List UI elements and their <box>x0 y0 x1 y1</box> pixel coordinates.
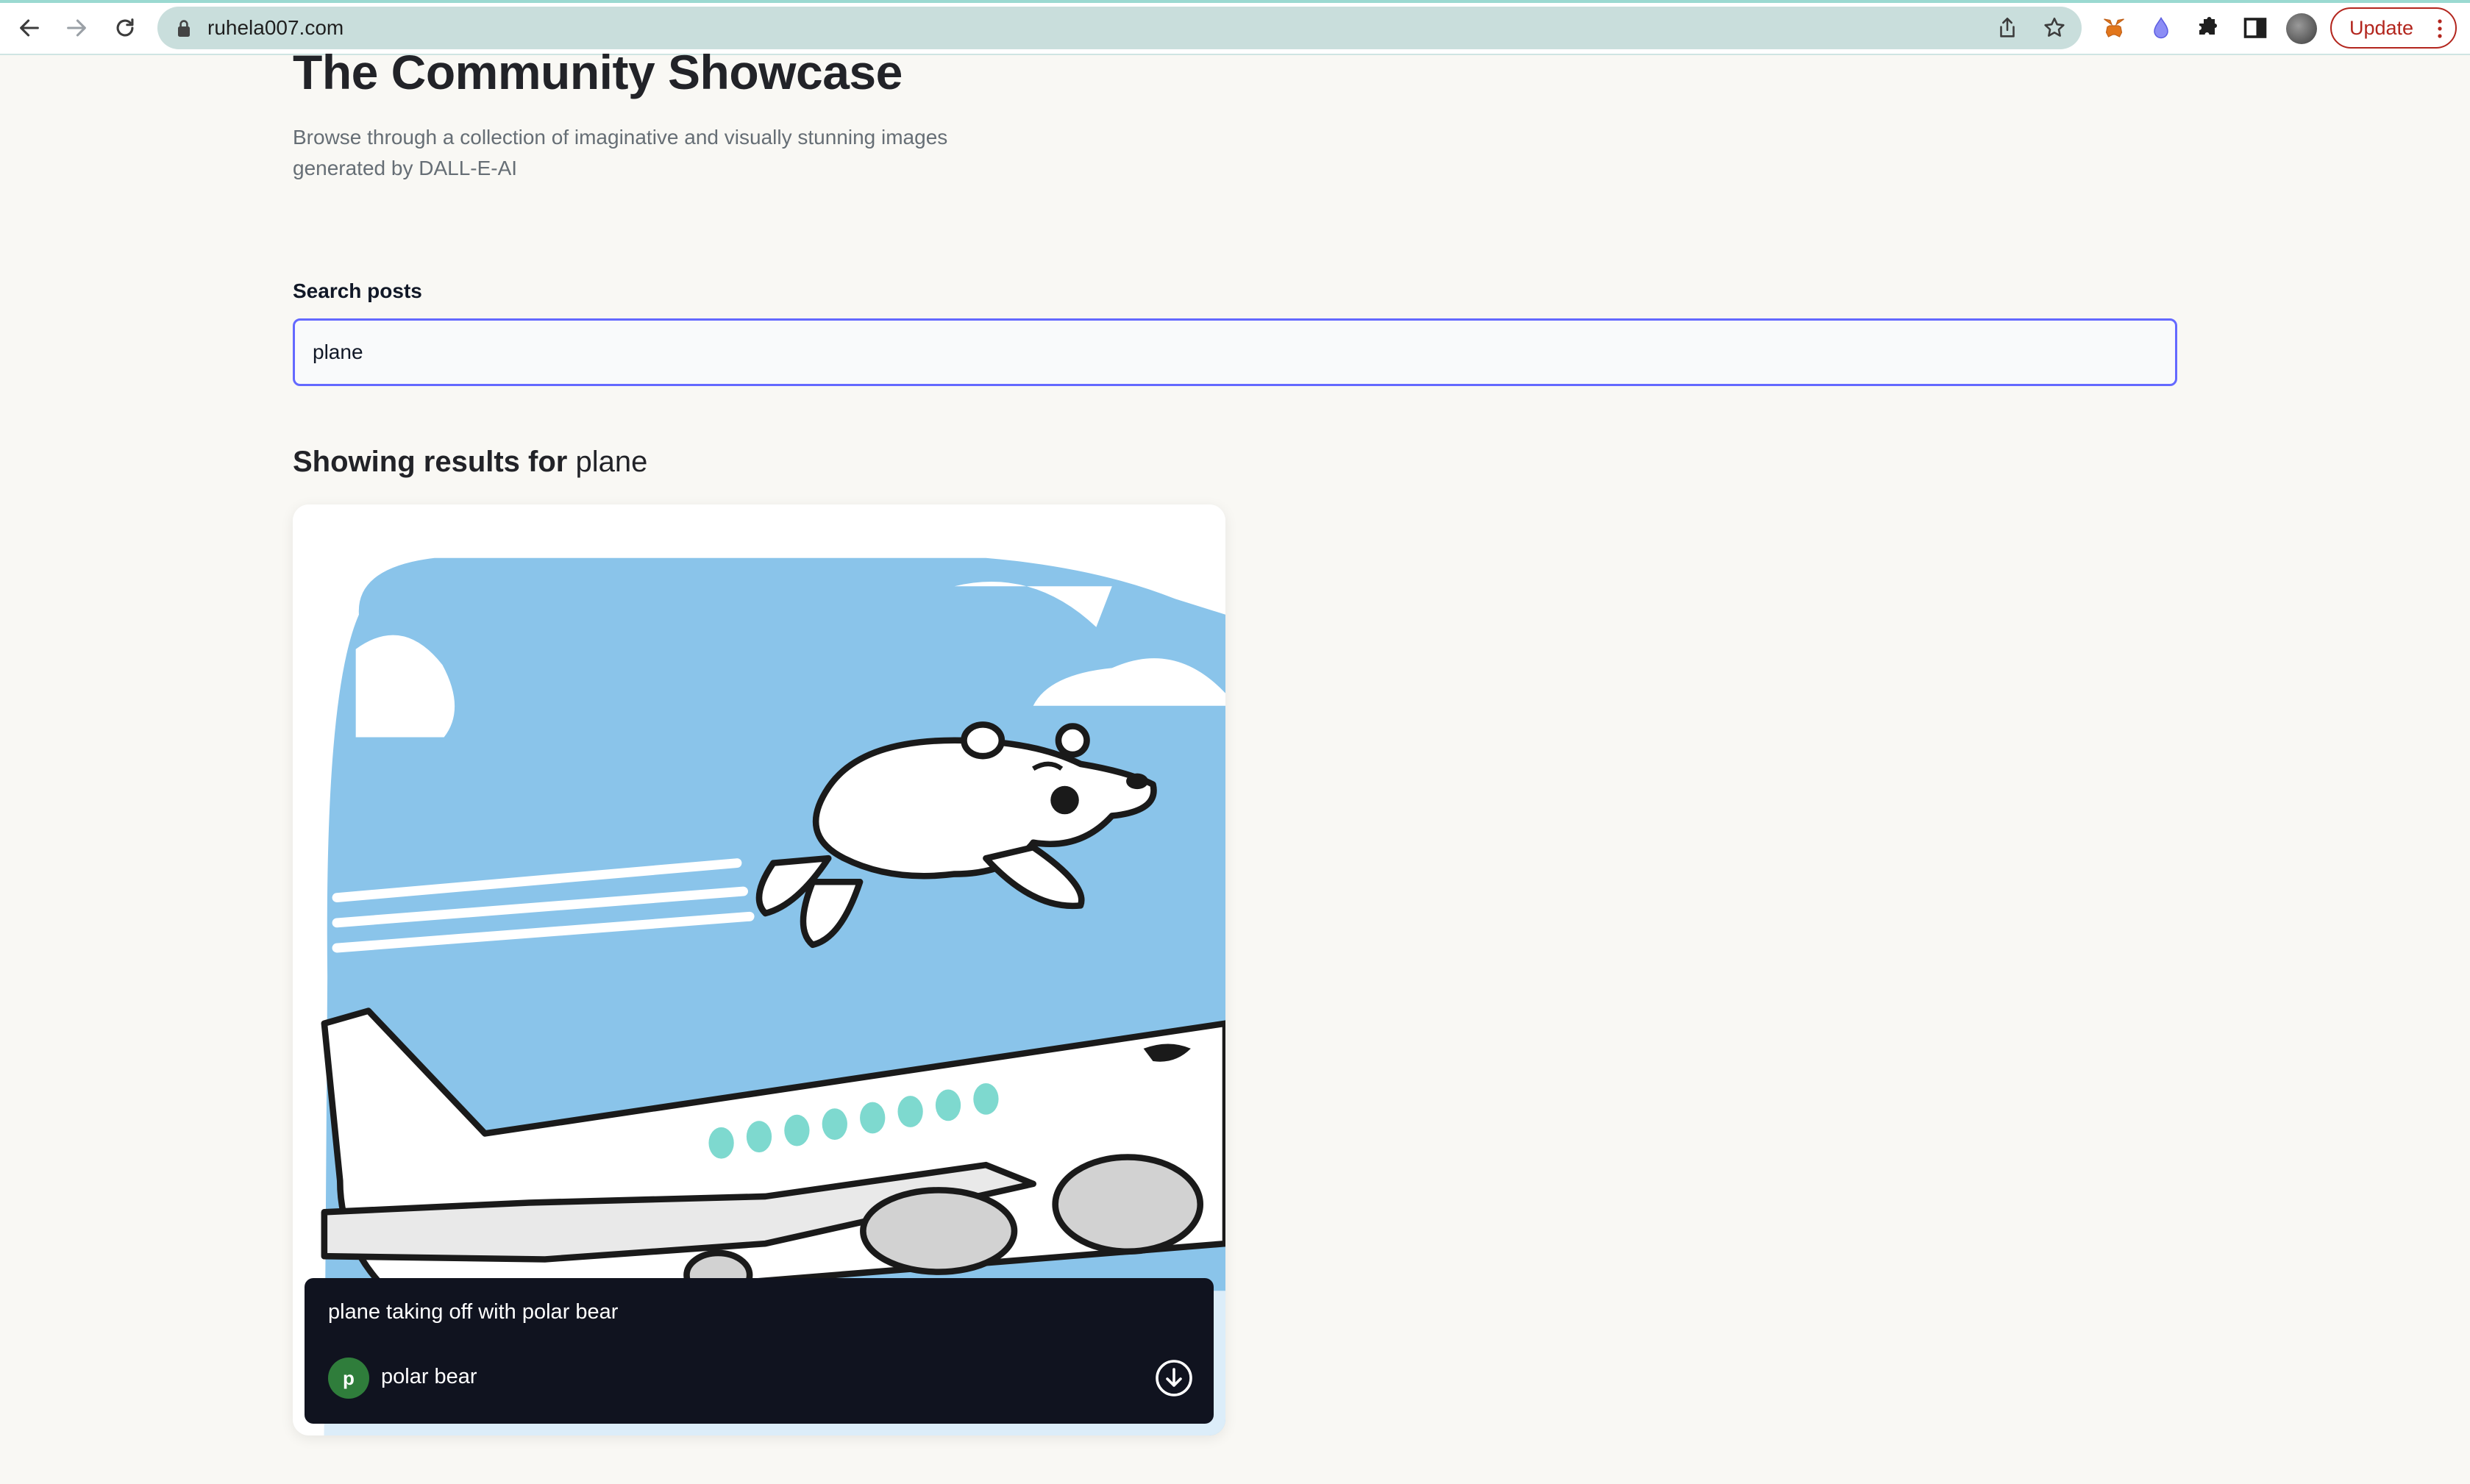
address-bar[interactable]: ruhela007.com <box>157 7 2082 49</box>
reload-button[interactable] <box>107 10 143 46</box>
metamask-icon <box>2104 18 2124 38</box>
page-load-bar <box>0 0 2470 3</box>
share-icon[interactable] <box>1995 15 2020 40</box>
post-prompt: plane taking off with polar bear <box>328 1300 619 1324</box>
page-title: The Community Showcase <box>293 45 903 99</box>
post-card[interactable]: plane taking off with polar bear p polar… <box>293 504 1225 1435</box>
results-heading: Showing results for plane <box>293 446 647 479</box>
search-label: Search posts <box>293 279 422 302</box>
update-button[interactable]: Update <box>2330 7 2457 49</box>
back-icon <box>20 19 39 37</box>
drop-icon <box>2154 17 2168 39</box>
more-vert-icon <box>2438 19 2442 38</box>
sidepanel-button[interactable] <box>2241 13 2270 43</box>
metamask-extension[interactable] <box>2099 13 2129 43</box>
results-term: plane <box>575 446 648 478</box>
forward-icon <box>67 19 86 37</box>
reload-icon <box>116 18 134 37</box>
forward-button[interactable] <box>59 10 94 46</box>
back-button[interactable] <box>12 10 47 46</box>
update-label: Update <box>2349 16 2414 39</box>
download-icon[interactable] <box>1155 1359 1193 1397</box>
url-text: ruhela007.com <box>207 16 344 39</box>
author-name: polar bear <box>381 1365 477 1388</box>
page-subtitle: Browse through a collection of imaginati… <box>293 126 948 179</box>
puzzle-icon <box>2199 17 2217 35</box>
author-avatar: p <box>328 1358 369 1399</box>
post-info-overlay: plane taking off with polar bear p polar… <box>305 1278 1214 1424</box>
extensions-button[interactable] <box>2193 13 2223 43</box>
lock-icon <box>178 20 190 37</box>
search-input[interactable] <box>293 318 2177 386</box>
star-icon[interactable] <box>2042 15 2067 40</box>
profile-icon[interactable] <box>2286 13 2317 44</box>
drop-extension[interactable] <box>2146 13 2176 43</box>
results-prefix: Showing results for <box>293 446 576 478</box>
sidepanel-icon <box>2243 18 2267 38</box>
